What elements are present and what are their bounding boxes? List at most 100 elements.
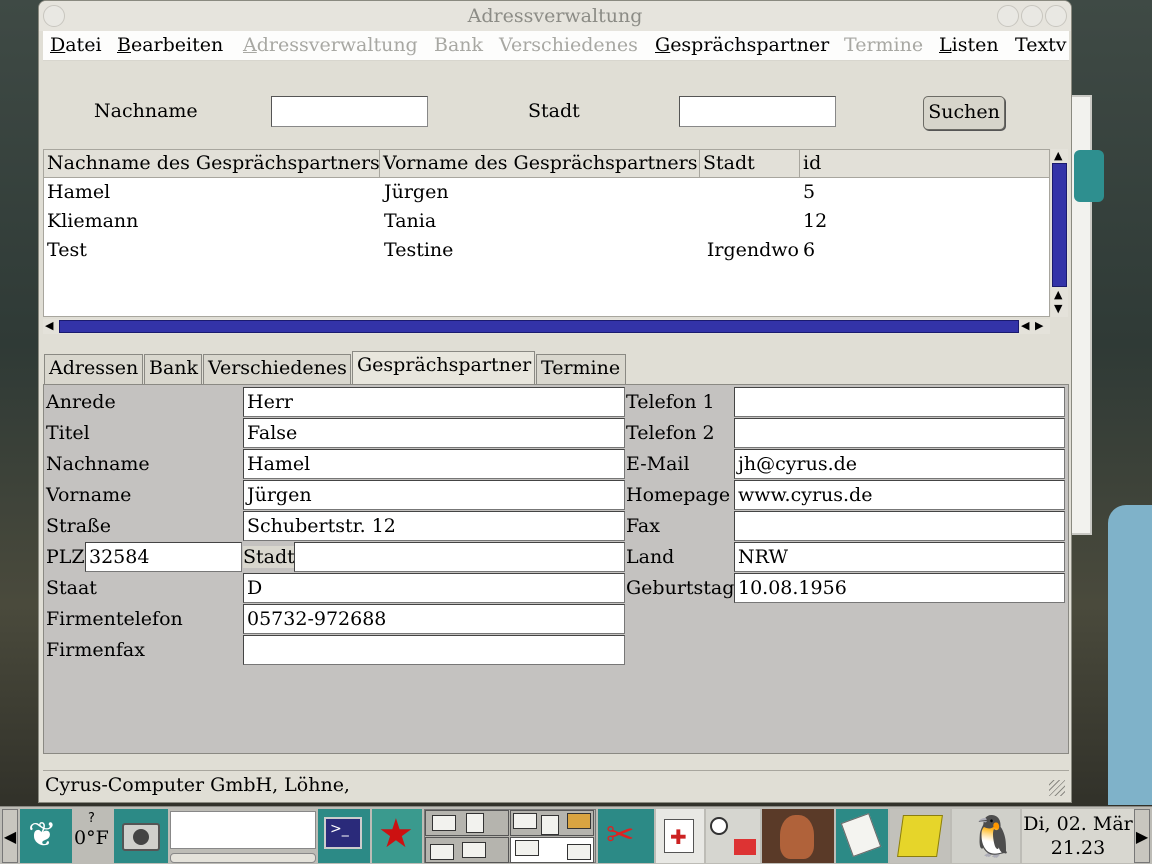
vorname-label: Vorname — [46, 484, 132, 506]
menu-adressverwaltung[interactable]: Adressverwaltung — [243, 34, 418, 56]
strasse-field[interactable]: Schubertstr. 12 — [243, 511, 625, 541]
star-icon[interactable]: ★ — [372, 809, 422, 863]
table-horizontal-scrollbar[interactable]: ◀ ◀ ▶ — [43, 319, 1050, 334]
table-row[interactable]: Test Testine Irgendwo 6 — [44, 236, 1049, 265]
fax-field[interactable] — [734, 511, 1065, 541]
firmentelefon-label: Firmentelefon — [46, 608, 183, 630]
fax-label: Fax — [626, 515, 660, 537]
column-header-vorname[interactable]: Vorname des Gesprächspartners — [380, 150, 700, 178]
cell-nachname: Hamel — [47, 181, 111, 203]
tab-gespraechspartner[interactable]: Gesprächspartner — [352, 351, 535, 384]
geburtstag-field[interactable]: 10.08.1956 — [734, 573, 1065, 603]
scroll-down-icon[interactable]: ▼ — [1054, 303, 1062, 315]
desktop-box — [1108, 505, 1152, 805]
table-row[interactable]: Kliemann Tania 12 — [44, 207, 1049, 236]
desktop-clip — [1074, 150, 1104, 202]
sticky-note-icon[interactable] — [890, 809, 950, 863]
column-header-stadt[interactable]: Stadt — [700, 150, 800, 178]
column-header-id[interactable]: id — [800, 150, 1049, 178]
taskbar-entry-field[interactable] — [170, 811, 316, 849]
clock-date: Di, 02. Mär — [1023, 813, 1133, 835]
column-header-nachname[interactable]: Nachname des Gesprächspartners — [44, 150, 380, 178]
weather-unknown-icon: ? — [88, 811, 95, 826]
window-title: Adressverwaltung — [467, 5, 643, 27]
menu-bank[interactable]: Bank — [434, 34, 483, 56]
workspace-pager[interactable] — [424, 809, 596, 863]
scroll-left-icon[interactable]: ◀ — [45, 320, 53, 332]
taskbar-slider[interactable] — [170, 853, 316, 863]
vertical-scroll-thumb[interactable] — [1052, 163, 1067, 287]
clock[interactable]: Di, 02. Mär 21.23 — [1022, 809, 1134, 863]
table-vertical-scrollbar[interactable]: ▲ ▲ ▼ — [1051, 149, 1068, 317]
homepage-field[interactable]: www.cyrus.de — [734, 480, 1065, 510]
workspace-3[interactable] — [425, 837, 509, 863]
email-label: E-Mail — [626, 453, 690, 475]
panel-hide-left-icon[interactable]: ◀ — [2, 809, 18, 863]
title-bar[interactable]: Adressverwaltung — [39, 1, 1071, 31]
search-nachname-input[interactable] — [271, 96, 428, 127]
menu-termine[interactable]: Termine — [844, 34, 923, 56]
maximize-button[interactable] — [1021, 5, 1043, 27]
penguin-icon[interactable]: 🐧 — [952, 809, 1020, 863]
scroll-up-icon[interactable]: ▲ — [1054, 150, 1062, 162]
firmenfax-field[interactable] — [243, 635, 625, 665]
notepad-icon[interactable] — [836, 809, 888, 863]
horizontal-scroll-thumb[interactable] — [59, 320, 1019, 333]
cell-vorname: Tania — [384, 210, 437, 232]
menu-gespraechspartner[interactable]: Gesprächspartner — [655, 34, 829, 56]
plz-label: PLZ — [46, 546, 85, 568]
tab-bank[interactable]: Bank — [144, 354, 202, 384]
nachname-field[interactable]: Hamel — [243, 449, 625, 479]
search-stadt-input[interactable] — [679, 96, 836, 127]
weather-temperature[interactable]: 0°F — [74, 827, 109, 849]
firmenfax-label: Firmenfax — [46, 639, 145, 661]
scroll-right-icon[interactable]: ▶ — [1035, 320, 1043, 332]
tab-adressen[interactable]: Adressen — [44, 354, 143, 384]
workspace-4[interactable] — [510, 837, 594, 863]
gnome-foot-icon[interactable]: ❦ — [20, 809, 72, 863]
detail-panel: Anrede Herr Titel False Nachname Hamel V… — [43, 384, 1069, 754]
menu-listen[interactable]: Listen — [939, 34, 999, 56]
stadt-label: Stadt — [243, 546, 295, 568]
staat-field[interactable]: D — [243, 573, 625, 603]
plz-field[interactable]: 32584 — [85, 542, 242, 572]
search-stadt-label: Stadt — [528, 100, 580, 122]
menu-textv[interactable]: Textv — [1015, 34, 1067, 56]
titel-field[interactable]: False — [243, 418, 625, 448]
titel-label: Titel — [46, 422, 90, 444]
workspace-2[interactable] — [510, 810, 594, 836]
workspace-1[interactable] — [425, 810, 509, 836]
search-button[interactable]: Suchen — [923, 96, 1005, 130]
tab-termine[interactable]: Termine — [536, 354, 626, 384]
menu-bearbeiten[interactable]: Bearbeiten — [117, 34, 223, 56]
stadt-field[interactable] — [294, 542, 625, 572]
nachname-label: Nachname — [46, 453, 150, 475]
camera-icon[interactable] — [114, 809, 168, 863]
tab-verschiedenes[interactable]: Verschiedenes — [203, 354, 351, 384]
land-field[interactable]: NRW — [734, 542, 1065, 572]
menu-verschiedenes[interactable]: Verschiedenes — [499, 34, 638, 56]
terminal-icon[interactable]: >_ — [318, 809, 370, 863]
search-nachname-label: Nachname — [94, 100, 198, 122]
table-row[interactable]: Hamel Jürgen 5 — [44, 178, 1049, 207]
menu-datei[interactable]: Datei — [50, 34, 102, 56]
swiss-knife-icon[interactable]: ✂ — [598, 809, 654, 863]
telefon1-field[interactable] — [734, 387, 1065, 417]
telefon2-field[interactable] — [734, 418, 1065, 448]
close-button[interactable] — [1045, 5, 1067, 27]
minimize-button[interactable] — [997, 5, 1019, 27]
scroll-up-icon[interactable]: ▲ — [1054, 289, 1062, 301]
vorname-field[interactable]: Jürgen — [243, 480, 625, 510]
anrede-field[interactable]: Herr — [243, 387, 625, 417]
strasse-label: Straße — [46, 515, 111, 537]
panel-hide-right-icon[interactable]: ▶ — [1134, 809, 1150, 863]
search-icon[interactable] — [706, 809, 760, 863]
telefon2-label: Telefon 2 — [626, 422, 715, 444]
scroll-left-icon[interactable]: ◀ — [1021, 320, 1029, 332]
email-field[interactable]: jh@cyrus.de — [734, 449, 1065, 479]
config-icon[interactable]: ✚ — [656, 809, 704, 863]
resize-grip-icon[interactable] — [1049, 780, 1065, 796]
firmentelefon-field[interactable]: 05732-972688 — [243, 604, 625, 634]
cell-vorname: Testine — [384, 239, 454, 261]
nebula-icon[interactable] — [762, 809, 834, 863]
